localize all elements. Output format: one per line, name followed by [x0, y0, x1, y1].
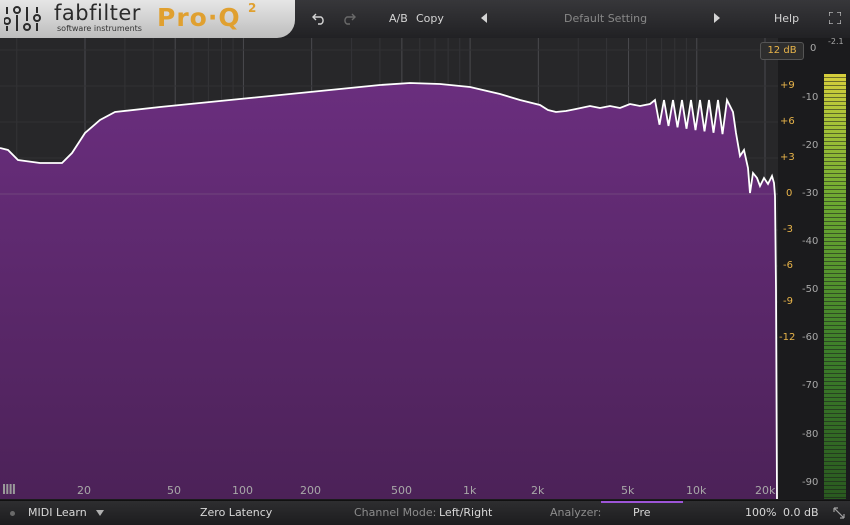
midi-indicator-icon [10, 511, 15, 516]
db-tick: 0 [810, 43, 817, 54]
midi-learn-button[interactable]: MIDI Learn [28, 506, 87, 519]
gain-tick: -3 [783, 224, 793, 235]
gain-tick: +3 [780, 152, 795, 163]
output-level-meter [824, 74, 846, 499]
zoom-level[interactable]: 100% [745, 506, 776, 519]
redo-icon[interactable] [341, 11, 356, 25]
brand-name: fabfilter [54, 1, 141, 25]
db-tick: -40 [802, 236, 819, 247]
freq-label-200: 200 [300, 484, 321, 497]
resize-icon[interactable] [833, 507, 845, 519]
gain-tick: 0 [786, 188, 793, 199]
preset-name[interactable]: Default Setting [564, 12, 647, 25]
midi-dropdown-icon[interactable] [96, 510, 104, 516]
channel-mode-label: Channel Mode: [354, 506, 437, 519]
pro-q-window: fabfilter software instruments Pro·Q 2 A… [0, 0, 850, 525]
copy-button[interactable]: Copy [416, 12, 444, 25]
product-version: 2 [248, 1, 257, 15]
db-tick: -80 [802, 429, 819, 440]
freq-label-500: 500 [391, 484, 412, 497]
gain-tick: +6 [780, 116, 795, 127]
freq-label-1k: 1k [463, 484, 477, 497]
undo-icon[interactable] [312, 11, 327, 25]
db-tick: -20 [802, 140, 819, 151]
freq-label-50: 50 [167, 484, 181, 497]
spectrum-graph[interactable] [0, 38, 778, 499]
gain-tick: -12 [779, 332, 796, 343]
logo-panel: fabfilter software instruments Pro·Q 2 [0, 0, 295, 38]
bottom-bar: MIDI Learn Zero Latency Channel Mode: Le… [0, 500, 850, 525]
brand-subtitle: software instruments [57, 24, 142, 33]
help-button[interactable]: Help [774, 12, 799, 25]
gain-tick: -6 [783, 260, 793, 271]
fabfilter-logo-icon [4, 6, 41, 31]
output-gain-value[interactable]: 0.0 dB [783, 506, 819, 519]
analyzer-mode-value[interactable]: Pre [633, 506, 651, 519]
top-bar: fabfilter software instruments Pro·Q 2 A… [0, 0, 850, 39]
freq-label-2k: 2k [531, 484, 545, 497]
db-tick: -30 [802, 188, 819, 199]
db-tick: -10 [802, 92, 819, 103]
eq-display[interactable] [0, 38, 778, 499]
freq-label-10k: 10k [686, 484, 707, 497]
analyzer-label: Analyzer: [550, 506, 602, 519]
spectrum-analyzer-fill [0, 83, 778, 499]
analyzer-indicator [601, 501, 683, 503]
freq-label-5k: 5k [621, 484, 635, 497]
channel-mode-value[interactable]: Left/Right [439, 506, 492, 519]
freq-label-20: 20 [77, 484, 91, 497]
product-name: Pro·Q [157, 3, 241, 32]
gain-tick: +9 [780, 80, 795, 91]
previous-preset-icon[interactable] [480, 13, 488, 23]
ab-toggle-button[interactable]: A/B [389, 12, 408, 25]
db-tick: -90 [802, 477, 819, 488]
db-tick: -50 [802, 284, 819, 295]
piano-icon[interactable] [3, 484, 15, 494]
freq-label-20k: 20k [755, 484, 776, 497]
db-tick: -60 [802, 332, 819, 343]
latency-mode-button[interactable]: Zero Latency [200, 506, 272, 519]
meter-peak-readout: -2.1 [828, 37, 844, 46]
display-range-button[interactable]: 12 dB [760, 42, 804, 60]
gain-tick: -9 [783, 296, 793, 307]
freq-label-100: 100 [232, 484, 253, 497]
next-preset-icon[interactable] [713, 13, 721, 23]
fullscreen-icon[interactable] [829, 12, 841, 24]
db-tick: -70 [802, 380, 819, 391]
